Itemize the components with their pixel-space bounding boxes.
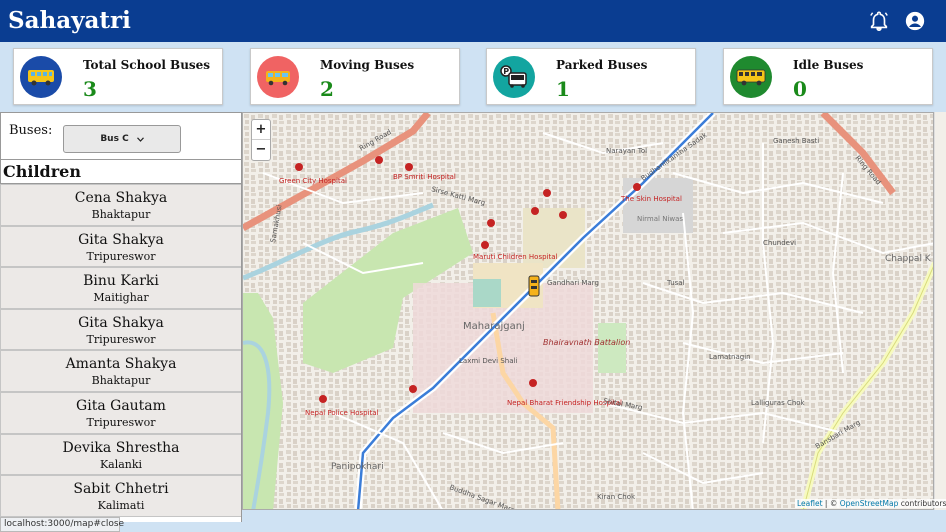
child-location: Bhaktapur [91,374,151,388]
zoom-control: + − [251,119,271,161]
zoom-out-button[interactable]: − [252,140,270,160]
map-view[interactable]: Ring Road Ring Road Green City Hospital … [242,112,934,510]
osm-link[interactable]: OpenStreetMap [840,499,899,508]
map-label: Ganesh Basti [773,137,819,145]
map-label: Panipokhari [331,462,384,472]
map-label: Tusal [666,279,685,287]
list-item[interactable]: Gita Shakya Tripureswor [0,308,241,351]
child-location: Tripureswor [86,332,156,346]
map-edge [934,112,946,510]
child-name: Cena Shakya [74,190,168,206]
idle-bus-icon [730,56,772,98]
child-location: Tripureswor [86,416,156,429]
stat-value: 3 [83,77,97,101]
map-tiles[interactable]: Ring Road Ring Road Green City Hospital … [243,113,934,510]
stats-bar: Total School Buses 3 Moving Buses 2 P Pa… [0,42,946,112]
leaflet-link[interactable]: Leaflet [797,499,823,508]
attribution-tail: contributors [898,499,946,508]
child-name: Gita Shakya [78,314,164,331]
map-label: Nirmal Niwas [637,215,683,223]
stat-title: Total School Buses [83,58,211,72]
children-heading: Children [0,160,241,184]
map-label: Green City Hospital [279,177,347,185]
map-label: Narayan Tol [606,147,647,155]
stat-card-total: Total School Buses 3 [13,48,223,105]
map-label: Chundevi [763,239,796,247]
list-item[interactable]: Gita Gautam Tripureswor [0,392,241,434]
child-name: Sabit Chhetri [73,481,169,498]
bus-select[interactable]: Bus C [63,125,181,153]
top-app-bar: Sahayatri [0,0,946,42]
map-label: The Skin Hospital [620,195,682,203]
map-label: Laxmi Devi Shali [459,357,517,365]
list-item[interactable]: Cena Shakya Bhaktapur [0,184,241,226]
zoom-in-button[interactable]: + [252,120,270,140]
buses-label: Buses: [9,123,53,138]
stat-value: 1 [556,77,570,101]
bus-marker-icon[interactable] [528,275,540,297]
app-title: Sahayatri [8,7,131,34]
stat-card-moving: Moving Buses 2 [250,48,460,105]
map-label: Chappal K [885,254,932,264]
map-label: Nepal Police Hospital [305,409,379,417]
stat-card-idle: Idle Buses 0 [723,48,933,105]
child-name: Devika Shrestha [62,439,180,456]
child-location: Kalanki [99,457,143,471]
child-name: Gita Gautam [76,398,166,414]
map-label: Lalliguras Chok [751,399,806,407]
map-attribution: Leaflet | © OpenStreetMap contributors [795,499,946,508]
child-location: Kalimati [97,499,145,513]
child-location: Maitighar [93,291,149,305]
bell-icon[interactable] [868,10,890,32]
stat-title: Moving Buses [320,58,415,72]
list-item[interactable]: Binu Karki Maitighar [0,267,241,309]
child-location: Bhaktapur [91,208,151,221]
map-label: Maharajganj [463,321,525,332]
stat-value: 2 [320,77,334,101]
moving-bus-icon [257,56,299,98]
field-area [598,323,626,373]
map-label: BP Smriti Hospital [393,173,456,181]
map-label: Kiran Chok [597,493,636,501]
map-label: Lamatnagin [709,353,751,361]
map-label: Gandhari Marg [547,279,599,287]
browser-status-bar: localhost:3000/map#close [0,517,124,532]
list-item[interactable]: Sabit Chhetri Kalimati [0,475,241,517]
stat-card-parked: P Parked Buses 1 [486,48,696,105]
child-name: Amanta Shakya [65,356,177,373]
attribution-separator: | © [822,499,840,508]
child-name: Binu Karki [83,273,159,290]
pool-area [473,279,501,307]
bus-select-value: Bus C [100,134,129,144]
parking-bus-icon: P [493,56,535,98]
list-item[interactable]: Gita Shakya Tripureswor [0,225,241,268]
child-name: Gita Shakya [78,231,164,248]
child-location: Tripureswor [86,249,156,263]
map-label: Bhairavnath Battalion [543,338,630,347]
account-icon[interactable] [904,10,926,32]
stat-title: Idle Buses [793,58,864,72]
school-bus-icon [20,56,62,98]
bus-selector-row: Buses: Bus C [0,112,241,160]
list-item[interactable]: Amanta Shakya Bhaktapur [0,350,241,392]
children-panel: Buses: Bus C Children Cena Shakya Bhakta… [0,112,242,522]
list-item[interactable]: Devika Shrestha Kalanki [0,433,241,476]
stat-title: Parked Buses [556,58,648,72]
stat-value: 0 [793,77,807,101]
chevron-down-icon [136,136,144,142]
map-label: Maruti Children Hospital [473,253,558,261]
